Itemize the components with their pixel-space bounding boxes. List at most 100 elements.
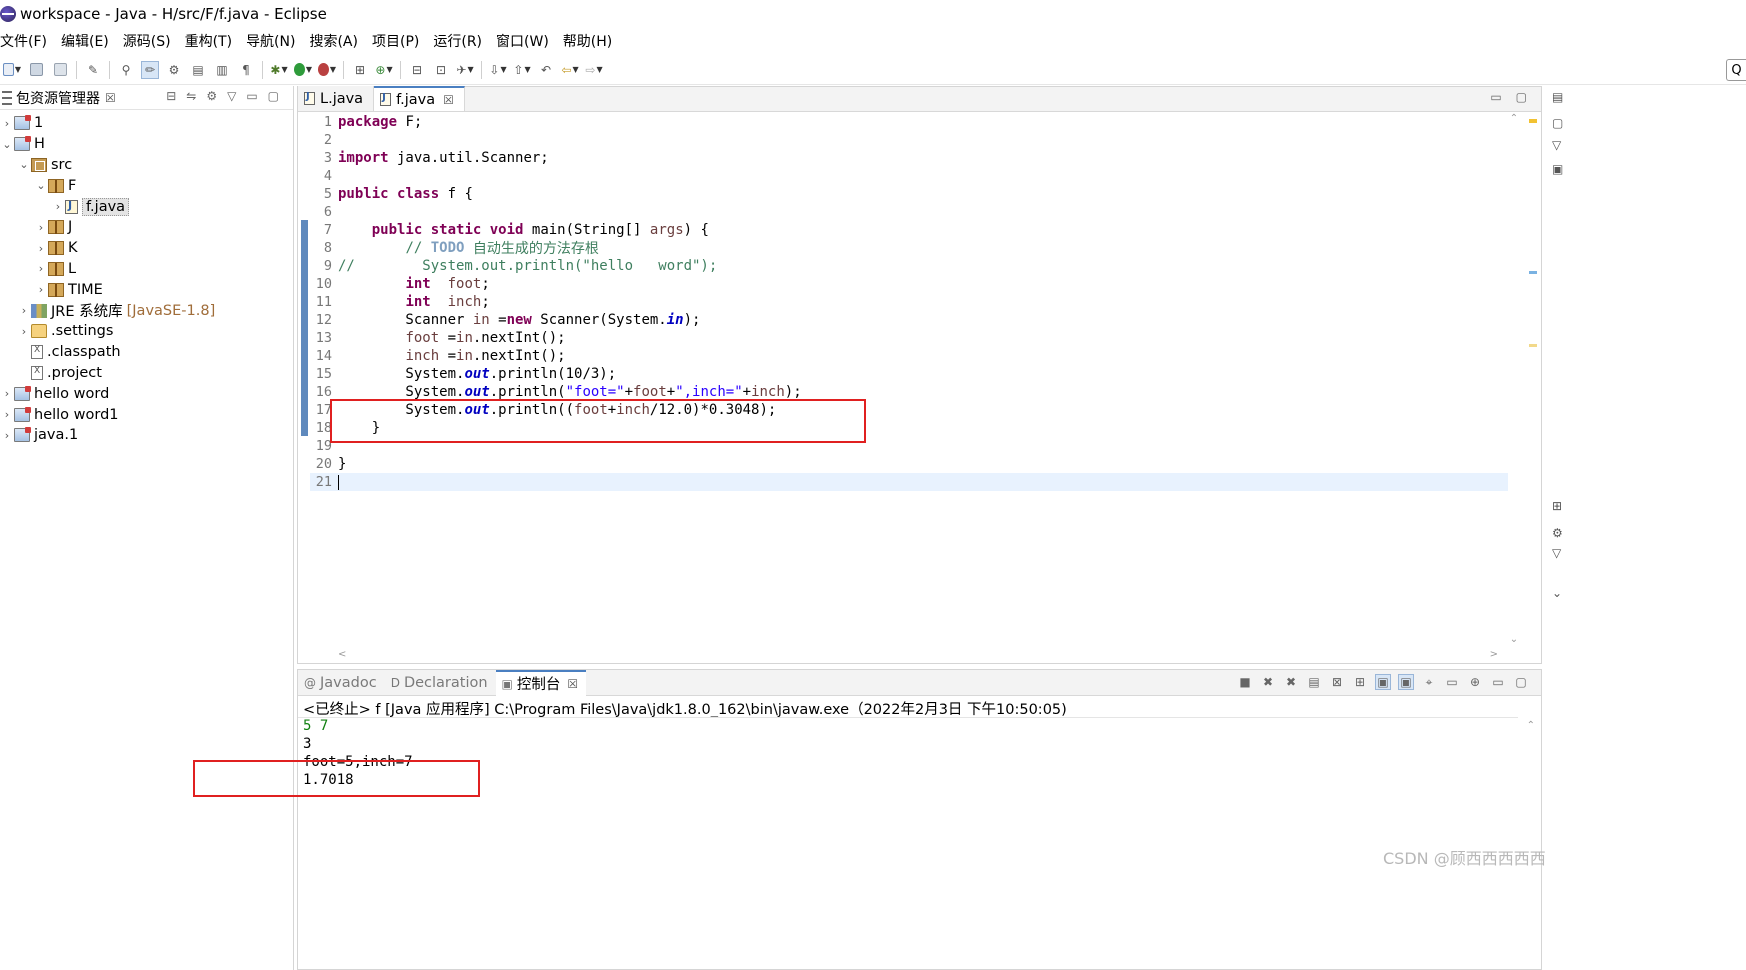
find-icon[interactable]: ▣ bbox=[1552, 162, 1563, 176]
tree-item[interactable]: › .settings bbox=[0, 321, 294, 342]
view-menu-icon[interactable]: ⚙ bbox=[206, 89, 217, 103]
chevron-right-icon[interactable]: › bbox=[0, 387, 14, 400]
menu-item[interactable]: 窗口(W) bbox=[496, 31, 549, 51]
code-line[interactable]: 8 // TODO 自动生成的方法存根 bbox=[310, 239, 1508, 257]
overview-marker[interactable] bbox=[1529, 119, 1537, 123]
code-line[interactable]: 11 int inch; bbox=[310, 293, 1508, 311]
terminate-icon[interactable]: ■ bbox=[1237, 674, 1253, 690]
debug-icon[interactable]: ✱ ▼ bbox=[270, 61, 288, 79]
save-icon[interactable] bbox=[27, 61, 45, 79]
minimize-icon[interactable]: ▭ bbox=[1490, 674, 1506, 690]
code-line[interactable]: 21 bbox=[310, 473, 1508, 491]
scroll-up-icon[interactable]: ⌃ bbox=[1527, 720, 1535, 731]
open-console-icon[interactable]: ⊕ bbox=[1467, 674, 1483, 690]
tree-item[interactable]: › hello word1 bbox=[0, 404, 294, 425]
chevron-right-icon[interactable]: › bbox=[17, 304, 31, 317]
chevron-right-icon[interactable]: › bbox=[34, 221, 48, 234]
code-line[interactable]: 4 bbox=[310, 167, 1508, 185]
save-all-icon[interactable] bbox=[51, 61, 69, 79]
tree-item[interactable]: › f.java bbox=[0, 196, 294, 217]
minimize-icon[interactable]: ▭ bbox=[1490, 90, 1501, 104]
overview-marker[interactable] bbox=[1529, 344, 1537, 347]
open-type-icon[interactable]: ⊟ bbox=[408, 61, 426, 79]
tree-item[interactable]: › JRE 系统库 [JavaSE-1.8] bbox=[0, 300, 294, 321]
code-line[interactable]: 10 int foot; bbox=[310, 275, 1508, 293]
minimize-icon[interactable]: ▭ bbox=[246, 89, 257, 103]
code-line[interactable]: 12 Scanner in = new Scanner(System. in); bbox=[310, 311, 1508, 329]
tree-item[interactable]: › TIME bbox=[0, 279, 294, 300]
chevron-right-icon[interactable]: › bbox=[0, 408, 14, 421]
code-line[interactable]: 5 public class f { bbox=[310, 185, 1508, 203]
coverage-icon[interactable]: ▼ bbox=[318, 61, 336, 79]
view-dropdown-icon[interactable]: ▽ bbox=[1552, 138, 1561, 152]
outline-icon[interactable]: ▤ bbox=[1552, 90, 1563, 104]
scroll-lock-icon[interactable]: ⊠ bbox=[1329, 674, 1345, 690]
block-selection-icon[interactable]: ▤ bbox=[189, 61, 207, 79]
menu-item[interactable]: 文件(F) bbox=[0, 31, 47, 51]
code-line[interactable]: 20} bbox=[310, 455, 1508, 473]
chevron-down-icon[interactable]: ⌄ bbox=[0, 138, 14, 151]
console-tab[interactable]: @ Javadoc bbox=[298, 670, 385, 696]
run-icon[interactable]: ▼ bbox=[294, 61, 312, 79]
settings-icon[interactable]: ⚙ bbox=[1552, 526, 1563, 540]
menu-item[interactable]: 搜索(A) bbox=[309, 31, 358, 51]
view-dropdown-icon[interactable]: ▽ bbox=[1552, 546, 1561, 560]
close-icon[interactable]: ☒ bbox=[105, 91, 116, 105]
code-line[interactable]: 14 inch = in .nextInt(); bbox=[310, 347, 1508, 365]
previous-annotation-icon[interactable]: ⇧ ▼ bbox=[513, 61, 531, 79]
show-console-on-error-icon[interactable]: ▣ bbox=[1398, 674, 1414, 690]
new-java-class-icon[interactable]: ⊕ ▼ bbox=[375, 61, 393, 79]
word-wrap-icon[interactable]: ▥ bbox=[213, 61, 231, 79]
show-whitespace-icon[interactable]: ¶ bbox=[237, 61, 255, 79]
chevron-right-icon[interactable]: › bbox=[34, 242, 48, 255]
menu-item[interactable]: 导航(N) bbox=[246, 31, 295, 51]
maximize-icon[interactable]: ▢ bbox=[1516, 90, 1527, 104]
tree-item[interactable]: ⌄ F bbox=[0, 175, 294, 196]
code-line[interactable]: 9 // System.out.println("hello word"); bbox=[310, 257, 1508, 275]
next-annotation-icon[interactable]: ⇩ ▼ bbox=[489, 61, 507, 79]
scroll-up-icon[interactable]: ⌃ bbox=[1507, 113, 1521, 124]
back-icon[interactable]: ⇦ ▼ bbox=[561, 61, 579, 79]
tree-item[interactable]: › 1 bbox=[0, 113, 294, 134]
chevron-down-icon[interactable]: ⌄ bbox=[34, 179, 48, 192]
chevron-right-icon[interactable]: › bbox=[34, 262, 48, 275]
tree-item[interactable]: › J bbox=[0, 217, 294, 238]
skip-breakpoints-icon[interactable]: ✎ bbox=[84, 61, 102, 79]
link-with-editor-icon[interactable]: ⇋ bbox=[186, 89, 196, 103]
last-edit-location-icon[interactable]: ↶ bbox=[537, 61, 555, 79]
tree-item[interactable]: ⌄ H bbox=[0, 134, 294, 155]
hierarchy-icon[interactable]: ⊞ bbox=[1552, 499, 1562, 513]
search-tool-icon[interactable]: ✈ ▼ bbox=[456, 61, 474, 79]
collapse-all-icon[interactable]: ⊟ bbox=[166, 89, 176, 103]
code-line[interactable]: 3 import java.util.Scanner; bbox=[310, 149, 1508, 167]
quick-access-search-icon[interactable]: Q bbox=[1726, 59, 1746, 81]
code-line[interactable]: 15 System. out .println(10/3); bbox=[310, 365, 1508, 383]
mark-occurrences-icon[interactable]: ✏ bbox=[141, 60, 159, 79]
chevron-right-icon[interactable]: › bbox=[0, 117, 14, 130]
editor-horizontal-scrollbar[interactable]: < > bbox=[338, 647, 1498, 661]
word-wrap-icon[interactable]: ⊞ bbox=[1352, 674, 1368, 690]
remove-launch-icon[interactable]: ✖ bbox=[1260, 674, 1276, 690]
toggle-breadcrumb-icon[interactable]: ⚙ bbox=[165, 61, 183, 79]
tree-item[interactable]: › L bbox=[0, 259, 294, 280]
close-icon[interactable]: ☒ bbox=[443, 93, 454, 107]
code-line[interactable]: 13 foot = in .nextInt(); bbox=[310, 329, 1508, 347]
chevron-right-icon[interactable]: › bbox=[17, 325, 31, 338]
editor-tab[interactable]: f.java ☒ bbox=[374, 86, 465, 111]
menu-item[interactable]: 运行(R) bbox=[433, 31, 482, 51]
clear-console-icon[interactable]: ▤ bbox=[1306, 674, 1322, 690]
overview-marker[interactable] bbox=[1529, 271, 1537, 274]
display-console-icon[interactable]: ▭ bbox=[1444, 674, 1460, 690]
open-task-icon[interactable]: ⊡ bbox=[432, 61, 450, 79]
tree-item[interactable]: › hello word bbox=[0, 383, 294, 404]
editor-tab[interactable]: L.java bbox=[298, 86, 375, 111]
chevron-down-icon[interactable]: ⌄ bbox=[17, 158, 31, 171]
close-icon[interactable]: ☒ bbox=[567, 677, 578, 691]
tree-item[interactable]: .project bbox=[0, 363, 294, 384]
menu-item[interactable]: 项目(P) bbox=[372, 31, 419, 51]
editor-vertical-scrollbar[interactable]: ⌃ ⌄ bbox=[1507, 113, 1521, 645]
maximize-icon[interactable]: ▢ bbox=[1513, 674, 1529, 690]
task-list-icon[interactable]: ▢ bbox=[1552, 116, 1563, 130]
show-console-on-output-icon[interactable]: ▣ bbox=[1375, 674, 1391, 690]
forward-icon[interactable]: ⇨ ▼ bbox=[585, 61, 603, 79]
